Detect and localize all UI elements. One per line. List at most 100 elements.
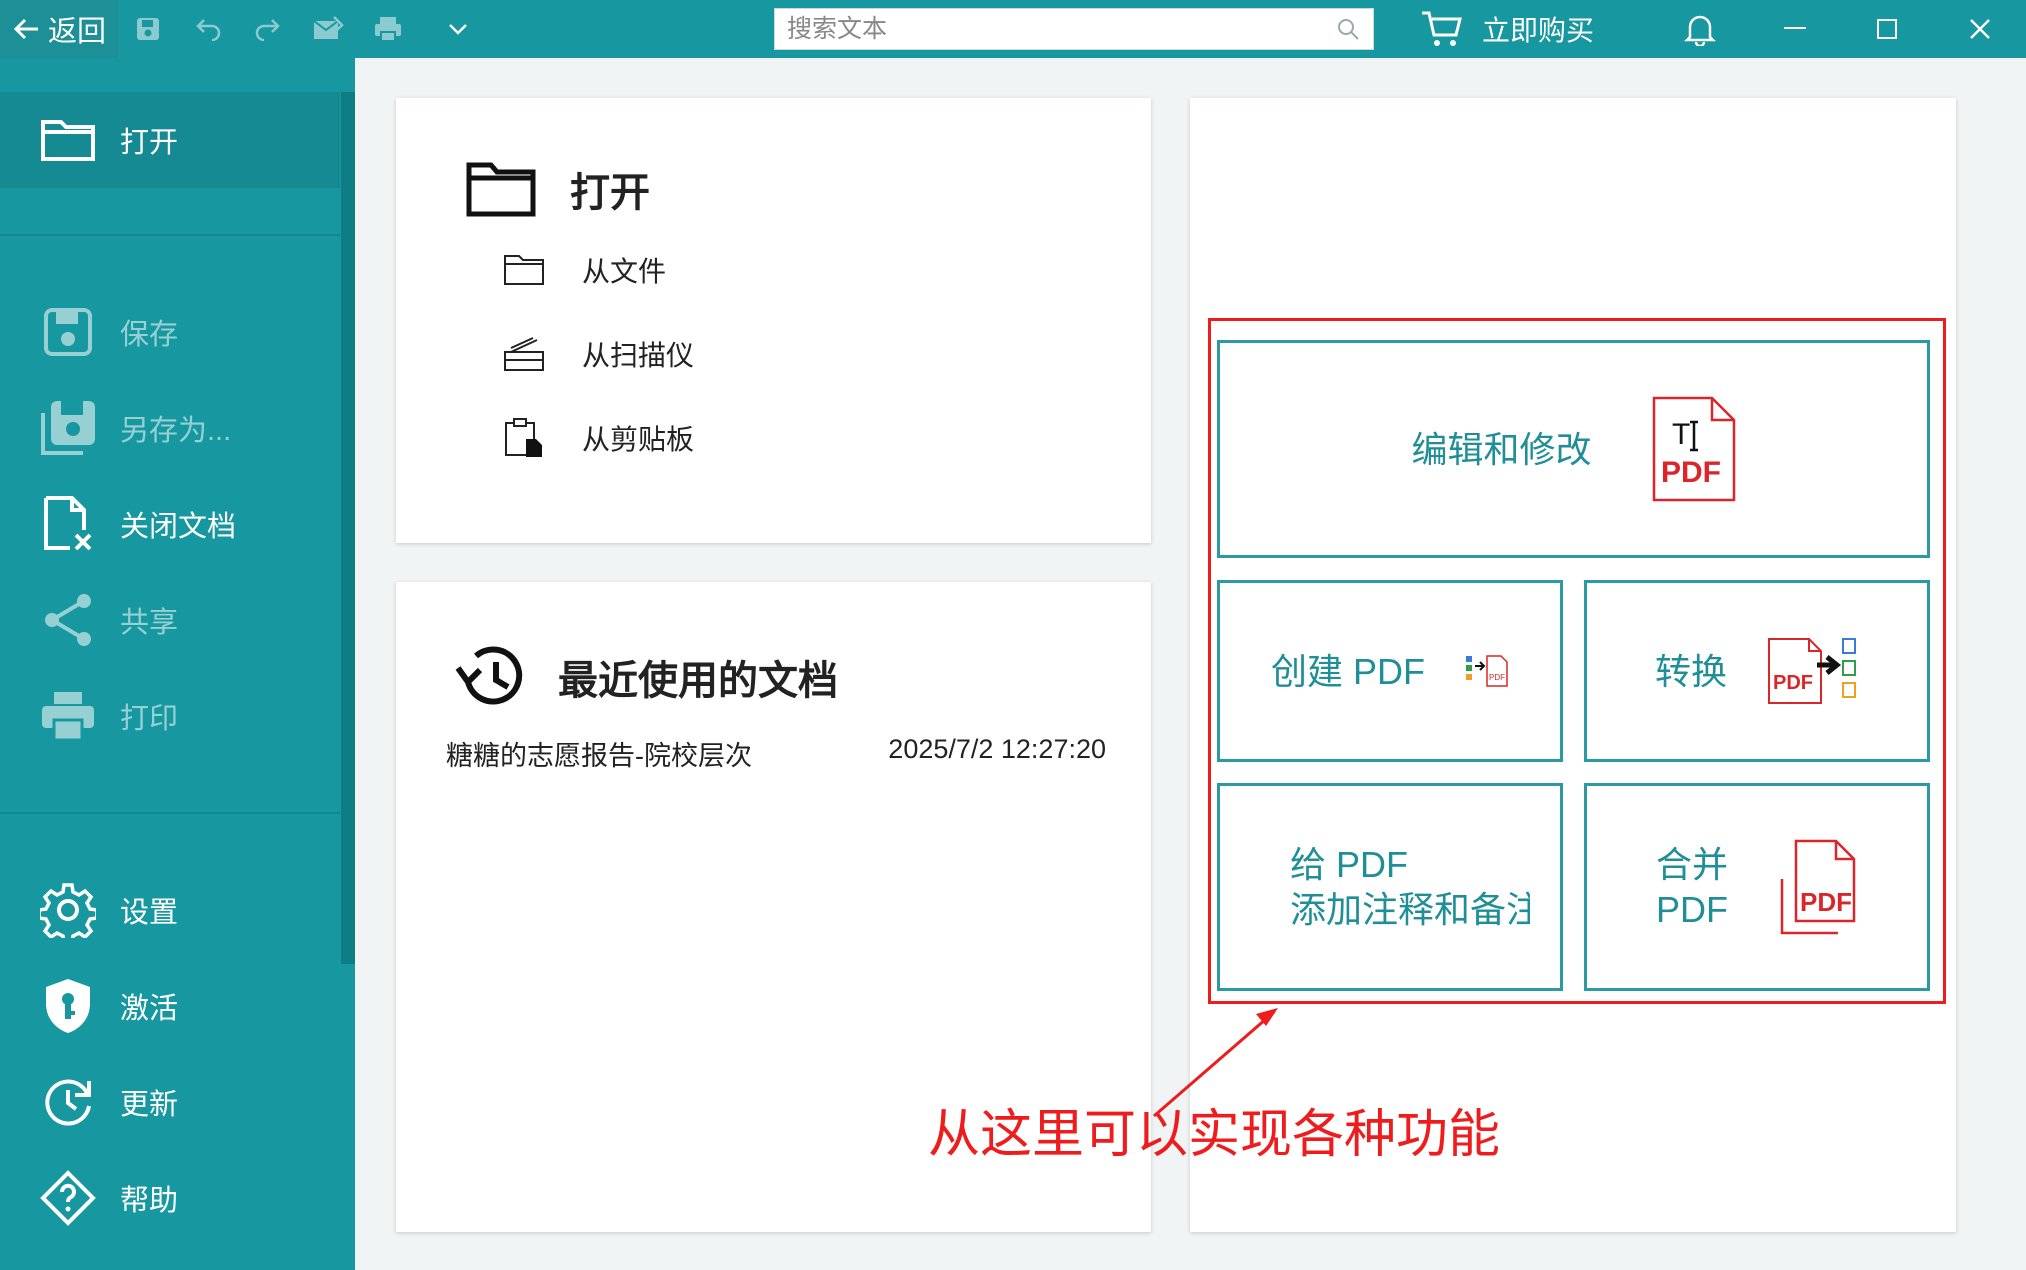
sidebar-item-open[interactable]: 打开	[0, 92, 340, 188]
back-label: 返回	[47, 16, 106, 48]
minimize-button[interactable]	[1770, 0, 1820, 58]
sidebar-item-label: 更新	[120, 1089, 179, 1121]
arrow-left-icon	[13, 18, 38, 40]
convert-pdf-icon: PDF	[1768, 638, 1856, 704]
sidebar-item-label: 激活	[120, 993, 179, 1025]
create-pdf-label: 创建 PDF	[1270, 650, 1425, 692]
recent-document-date: 2025/7/2 12:27:20	[888, 734, 1106, 764]
gear-icon	[38, 880, 98, 940]
recent-document-row[interactable]: 糖糖的志愿报告-院校层次 2025/7/2 12:27:20	[446, 734, 1106, 773]
sidebar-item-label: 共享	[120, 607, 179, 639]
sidebar-scrollbar[interactable]	[341, 92, 355, 964]
recent-document-name: 糖糖的志愿报告-院校层次	[446, 741, 752, 771]
annotate-pdf-tile[interactable]: 给 PDF 添加注释和备注	[1217, 783, 1563, 991]
redo-button[interactable]	[250, 0, 286, 58]
sidebar-item-label: 关闭文档	[120, 511, 237, 543]
sidebar-item-label: 打印	[120, 703, 179, 735]
save-icon	[137, 18, 159, 40]
key-shield-icon	[38, 976, 98, 1036]
undo-icon	[196, 19, 221, 41]
sidebar-item-update[interactable]: 更新	[0, 1054, 340, 1150]
search-button[interactable]	[1323, 9, 1373, 49]
save-as-icon	[38, 398, 98, 458]
notifications-button[interactable]	[1680, 0, 1720, 58]
clipboard-icon	[502, 418, 546, 458]
maximize-button[interactable]	[1862, 0, 1912, 58]
open-item-label: 从剪贴板	[582, 424, 695, 455]
recent-panel-title: 最近使用的文档	[454, 642, 838, 712]
convert-tile[interactable]: 转换 PDF	[1584, 580, 1930, 762]
sidebar-item-label: 打开	[120, 127, 179, 159]
close-document-icon	[38, 494, 98, 554]
scanner-icon	[502, 334, 546, 374]
svg-text:T: T	[1672, 418, 1690, 451]
sidebar-item-share[interactable]: 共享	[0, 572, 340, 668]
title-bar: 返回 立即购买	[0, 0, 2026, 58]
open-panel-title: 打开	[466, 160, 650, 218]
sidebar-divider	[0, 234, 340, 236]
open-item-label: 从扫描仪	[582, 340, 695, 371]
print-icon	[375, 17, 401, 42]
sidebar-divider	[0, 812, 340, 814]
annotation-text: 从这里可以实现各种功能	[928, 1106, 1501, 1164]
create-pdf-tile[interactable]: 创建 PDF PDF	[1217, 580, 1563, 762]
sidebar-item-label: 另存为...	[120, 415, 232, 447]
chevron-down-icon	[449, 24, 467, 35]
merge-pdf-label: 合并 PDF	[1655, 844, 1728, 930]
help-icon	[38, 1168, 98, 1228]
sidebar-item-label: 设置	[120, 897, 179, 929]
buy-now-button[interactable]: 立即购买	[1420, 0, 1594, 58]
sidebar-item-close-document[interactable]: 关闭文档	[0, 476, 340, 572]
search-icon	[1338, 19, 1359, 40]
folder-icon	[38, 110, 98, 170]
buy-now-label: 立即购买	[1482, 15, 1595, 46]
convert-label: 转换	[1654, 650, 1727, 692]
search-box	[774, 8, 1374, 50]
mail-button[interactable]	[310, 0, 346, 58]
svg-text:PDF: PDF	[1773, 672, 1813, 694]
open-from-clipboard[interactable]: 从剪贴板	[502, 418, 694, 458]
back-button[interactable]: 返回	[0, 0, 118, 58]
open-item-label: 从文件	[582, 256, 667, 287]
sidebar-item-label: 帮助	[120, 1185, 179, 1217]
sidebar-item-print[interactable]: 打印	[0, 668, 340, 764]
create-pdf-icon: PDF	[1466, 655, 1508, 687]
edit-modify-label: 编辑和修改	[1411, 428, 1592, 470]
folder-icon	[466, 162, 536, 217]
bell-icon	[1684, 15, 1716, 46]
save-button[interactable]	[130, 0, 166, 58]
svg-text:PDF: PDF	[1661, 456, 1721, 489]
svg-text:PDF: PDF	[1800, 887, 1852, 917]
folder-icon	[502, 250, 546, 290]
close-window-button[interactable]	[1955, 0, 2005, 58]
undo-button[interactable]	[190, 0, 226, 58]
open-from-file[interactable]: 从文件	[502, 250, 666, 290]
merge-pdf-tile[interactable]: 合并 PDF PDF	[1584, 783, 1930, 991]
sidebar-item-settings[interactable]: 设置	[0, 862, 340, 958]
update-icon	[38, 1072, 98, 1132]
search-input[interactable]	[775, 9, 1323, 49]
quick-access-dropdown[interactable]	[440, 0, 476, 58]
mail-icon	[313, 16, 344, 39]
print-icon	[38, 686, 98, 746]
svg-text:PDF: PDF	[1489, 673, 1505, 682]
edit-pdf-icon: T PDF	[1652, 396, 1735, 502]
sidebar-item-label: 保存	[120, 319, 179, 351]
open-from-scanner[interactable]: 从扫描仪	[502, 334, 694, 374]
cart-icon	[1422, 11, 1462, 46]
sidebar-item-help[interactable]: 帮助	[0, 1150, 340, 1246]
sidebar-item-save-as[interactable]: 另存为...	[0, 380, 340, 476]
close-icon	[1970, 19, 1990, 39]
print-button[interactable]	[370, 0, 406, 58]
redo-icon	[255, 19, 280, 41]
edit-modify-tile[interactable]: 编辑和修改 T PDF	[1217, 340, 1930, 558]
sidebar-item-activate[interactable]: 激活	[0, 958, 340, 1054]
sidebar: 打开 保存 另存为... 关闭文档 共享 打印 设置 激活 更新 帮助	[0, 58, 355, 1270]
sidebar-item-save[interactable]: 保存	[0, 284, 340, 380]
maximize-icon	[1877, 19, 1897, 39]
open-panel: 打开 从文件 从扫描仪 从剪贴板	[396, 98, 1151, 543]
share-icon	[38, 590, 98, 650]
minimize-icon	[1784, 27, 1806, 29]
annotate-pdf-label: 给 PDF 添加注释和备注	[1290, 844, 1530, 930]
history-icon	[455, 646, 523, 705]
